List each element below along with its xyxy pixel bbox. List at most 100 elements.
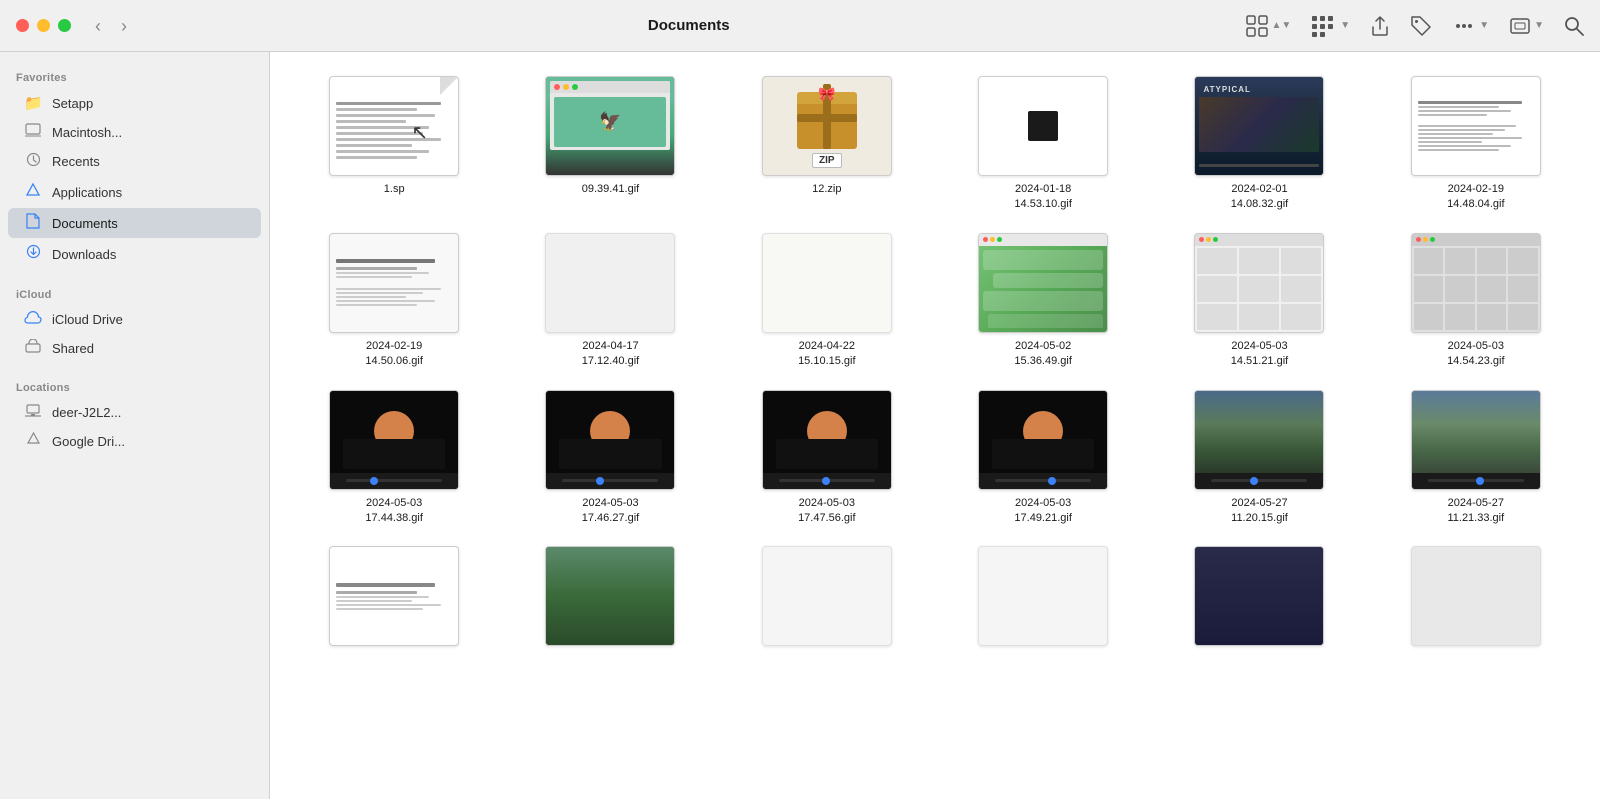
file-item[interactable]: 2024-05-0314.51.21.gif	[1155, 225, 1363, 378]
download-icon	[24, 244, 42, 264]
view-grid-button[interactable]: ▲▼	[1246, 15, 1291, 37]
video-thumb	[330, 391, 458, 489]
forward-button[interactable]: ›	[117, 13, 131, 39]
file-thumbnail	[1411, 546, 1541, 646]
minimize-button[interactable]	[37, 19, 50, 32]
more-chevron: ▼	[1479, 20, 1489, 31]
traffic-lights	[16, 19, 71, 32]
file-name: 2024-05-0317.44.38.gif	[365, 496, 423, 527]
file-item[interactable]	[290, 538, 498, 660]
file-name: 2024-02-1914.48.04.gif	[1447, 182, 1505, 213]
sidebar-item-recents[interactable]: Recents	[8, 147, 261, 176]
sidebar-item-downloads[interactable]: Downloads	[8, 239, 261, 269]
file-name: 2024-04-1717.12.40.gif	[582, 339, 640, 370]
file-thumbnail	[1194, 390, 1324, 490]
sidebar-item-label: Macintosh...	[52, 125, 122, 140]
sidebar-item-deer[interactable]: deer-J2L2...	[8, 399, 261, 426]
file-item[interactable]: 2024-05-2711.20.15.gif	[1155, 382, 1363, 535]
file-item[interactable]: 2024-05-0317.47.56.gif	[723, 382, 931, 535]
file-item[interactable]	[1372, 538, 1580, 660]
file-thumbnail	[1194, 233, 1324, 333]
file-item[interactable]: 2024-05-0314.54.23.gif	[1372, 225, 1580, 378]
window-manager-button[interactable]: ▼	[1509, 15, 1544, 37]
file-thumbnail	[329, 546, 459, 646]
search-button[interactable]	[1564, 16, 1584, 36]
file-item[interactable]: 2024-04-2215.10.15.gif	[723, 225, 931, 378]
sidebar-resizer[interactable]	[265, 52, 269, 799]
file-name: 2024-05-2711.21.33.gif	[1447, 496, 1504, 527]
video-thumb	[546, 391, 674, 489]
file-name: 2024-05-0317.46.27.gif	[582, 496, 640, 527]
file-thumbnail: 🎀 ZIP	[762, 76, 892, 176]
tag-button[interactable]	[1410, 15, 1432, 37]
device-chevron: ▼	[1534, 20, 1544, 31]
file-item[interactable]: 2024-01-1814.53.10.gif	[939, 68, 1147, 221]
file-item[interactable]: 2024-04-1717.12.40.gif	[506, 225, 714, 378]
file-item[interactable]: 2024-05-0317.44.38.gif	[290, 382, 498, 535]
sidebar-item-documents[interactable]: Documents	[8, 208, 261, 238]
sidebar-item-google-drive[interactable]: Google Dri...	[8, 427, 261, 455]
file-item[interactable]: 2024-05-0317.49.21.gif	[939, 382, 1147, 535]
file-item[interactable]: ATYPICAL 2024-02-0114.08.32.gif	[1155, 68, 1363, 221]
file-item[interactable]: 2024-05-2711.21.33.gif	[1372, 382, 1580, 535]
sidebar-item-label: Setapp	[52, 96, 93, 111]
file-item[interactable]: 2024-05-0215.36.49.gif	[939, 225, 1147, 378]
sidebar-item-setapp[interactable]: 📁 Setapp	[8, 89, 261, 117]
file-thumbnail	[978, 76, 1108, 176]
view-grid-chevron: ▲▼	[1271, 20, 1291, 31]
file-thumbnail	[762, 390, 892, 490]
file-item[interactable]: 2024-05-0317.46.27.gif	[506, 382, 714, 535]
file-thumbnail	[329, 233, 459, 333]
file-name: 1.sp	[384, 182, 405, 197]
sidebar-item-applications[interactable]: Applications	[8, 177, 261, 207]
sidebar-item-label: Recents	[52, 154, 100, 169]
file-thumbnail: ATYPICAL	[1194, 76, 1324, 176]
file-item[interactable]	[723, 538, 931, 660]
file-item[interactable]	[1155, 538, 1363, 660]
folder-icon: 📁	[24, 94, 42, 112]
file-item[interactable]: 2024-02-1914.48.04.gif	[1372, 68, 1580, 221]
clock-icon	[24, 152, 42, 171]
file-item[interactable]: 2024-02-1914.50.06.gif	[290, 225, 498, 378]
file-name: 2024-05-0317.47.56.gif	[798, 496, 856, 527]
video-thumb	[979, 391, 1107, 489]
toolbar-right: ▲▼ ▼	[1246, 15, 1584, 37]
file-item[interactable]: 🎀 ZIP 12.zip	[723, 68, 931, 221]
main-layout: Favorites 📁 Setapp Macintosh... Recents	[0, 52, 1600, 799]
file-thumbnail	[1411, 233, 1541, 333]
file-thumbnail	[329, 390, 459, 490]
file-thumbnail	[978, 390, 1108, 490]
file-item[interactable]	[939, 538, 1147, 660]
sidebar-item-label: Downloads	[52, 247, 116, 262]
file-item[interactable]	[506, 538, 714, 660]
file-thumbnail	[545, 233, 675, 333]
cloud-icon	[24, 311, 42, 328]
file-name: 2024-02-1914.50.06.gif	[365, 339, 423, 370]
file-name: 2024-05-0314.51.21.gif	[1231, 339, 1289, 370]
file-item[interactable]: ↖ 1.sp	[290, 68, 498, 221]
file-name: 2024-05-0317.49.21.gif	[1014, 496, 1072, 527]
file-name: 2024-05-0215.36.49.gif	[1014, 339, 1072, 370]
laptop-icon	[24, 404, 42, 421]
sidebar-item-label: Google Dri...	[52, 434, 125, 449]
document-icon	[24, 213, 42, 233]
back-button[interactable]: ‹	[91, 13, 105, 39]
more-options-button[interactable]: ▼	[1452, 15, 1489, 37]
file-thumbnail	[1411, 390, 1541, 490]
view-icons-button[interactable]: ▼	[1311, 15, 1350, 37]
sidebar-item-label: Documents	[52, 216, 118, 231]
close-button[interactable]	[16, 19, 29, 32]
file-item[interactable]: 🦅 09.39.41.gif	[506, 68, 714, 221]
sidebar: Favorites 📁 Setapp Macintosh... Recents	[0, 52, 270, 799]
view-icons-chevron: ▼	[1340, 20, 1350, 31]
sidebar-item-macintosh[interactable]: Macintosh...	[8, 118, 261, 146]
maximize-button[interactable]	[58, 19, 71, 32]
file-thumbnail	[978, 546, 1108, 646]
video-thumb	[763, 391, 891, 489]
shared-icon	[24, 339, 42, 357]
google-drive-icon	[24, 432, 42, 450]
file-thumbnail	[545, 546, 675, 646]
sidebar-item-shared[interactable]: Shared	[8, 334, 261, 362]
share-button[interactable]	[1370, 15, 1390, 37]
sidebar-item-icloud-drive[interactable]: iCloud Drive	[8, 306, 261, 333]
